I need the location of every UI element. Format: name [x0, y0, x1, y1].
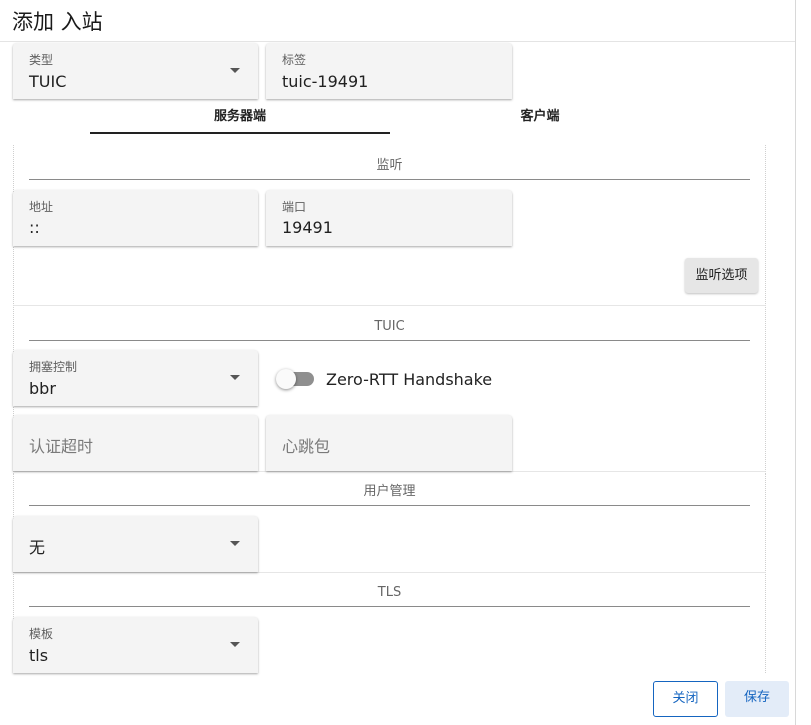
tag-label: 标签 — [282, 53, 307, 67]
tab-client[interactable]: 客户端 — [390, 100, 690, 134]
heartbeat-field[interactable]: 心跳包 — [266, 415, 512, 471]
listen-section-title: 监听 — [29, 146, 750, 180]
type-value: TUIC — [29, 72, 67, 91]
port-value: 19491 — [282, 218, 333, 237]
toggle-thumb — [276, 369, 296, 389]
address-value: :: — [29, 218, 40, 237]
listen-options-button[interactable]: 监听选项 — [685, 258, 758, 293]
chevron-down-icon — [230, 68, 240, 73]
congestion-control-select[interactable]: 拥塞控制 bbr — [13, 350, 258, 406]
congestion-control-value: bbr — [29, 379, 56, 398]
chevron-down-icon — [230, 642, 240, 647]
dialog-header: 添加 入站 — [0, 0, 797, 42]
zero-rtt-label: Zero-RTT Handshake — [326, 370, 493, 389]
port-field[interactable]: 端口 19491 — [266, 190, 512, 246]
tuic-section-title: TUIC — [29, 307, 750, 341]
active-tab-indicator — [90, 132, 390, 134]
tls-template-value: tls — [29, 646, 49, 665]
close-button[interactable]: 关闭 — [653, 681, 718, 717]
tag-field[interactable]: 标签 tuic-19491 — [266, 43, 512, 99]
tag-value: tuic-19491 — [282, 72, 369, 91]
congestion-control-label: 拥塞控制 — [29, 360, 78, 374]
tls-template-select[interactable]: 模板 tls — [13, 617, 258, 673]
tls-template-label: 模板 — [29, 627, 54, 641]
user-management-value: 无 — [29, 538, 46, 557]
add-inbound-dialog: 添加 入站 类型 TUIC 标签 tuic-19491 服务器端 客户端 监听 … — [0, 0, 797, 725]
tab-server[interactable]: 服务器端 — [90, 100, 390, 134]
chevron-down-icon — [230, 375, 240, 380]
tls-section-title: TLS — [29, 573, 750, 607]
type-label: 类型 — [29, 53, 54, 67]
user-management-select[interactable]: 无 — [13, 516, 258, 572]
port-label: 端口 — [282, 200, 307, 214]
heartbeat-placeholder: 心跳包 — [282, 437, 331, 456]
scrollbar-track[interactable] — [795, 0, 811, 725]
auth-timeout-placeholder: 认证超时 — [29, 437, 94, 456]
chevron-down-icon — [230, 541, 240, 546]
auth-timeout-field[interactable]: 认证超时 — [13, 415, 258, 471]
address-field[interactable]: 地址 :: — [13, 190, 258, 246]
save-button[interactable]: 保存 — [725, 681, 789, 717]
address-label: 地址 — [29, 200, 54, 214]
users-section-title: 用户管理 — [29, 472, 750, 506]
zero-rtt-toggle[interactable] — [276, 368, 316, 390]
type-select[interactable]: 类型 TUIC — [13, 43, 258, 99]
dialog-title: 添加 入站 — [12, 10, 103, 34]
